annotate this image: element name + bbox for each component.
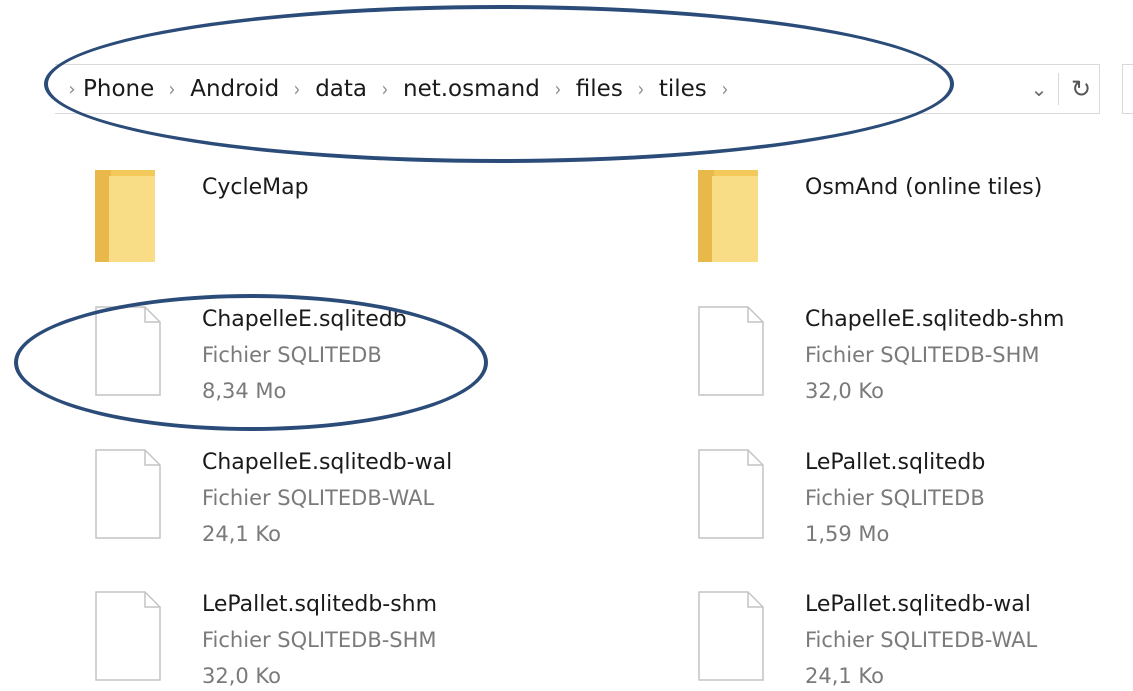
- item-name: LePallet.sqlitedb-shm: [202, 592, 438, 617]
- item-name: ChapelleE.sqlitedb-shm: [805, 307, 1065, 332]
- item-size: 32,0 Ko: [805, 379, 885, 403]
- file-icon: [95, 449, 161, 539]
- list-item-folder-osmand-online-tiles[interactable]: OsmAnd (online tiles): [698, 170, 1128, 265]
- item-size: 8,34 Mo: [202, 379, 287, 403]
- item-name: OsmAnd (online tiles): [805, 175, 1043, 200]
- list-item-file-lepallet-sqlitedb[interactable]: LePallet.sqlitedb Fichier SQLITEDB 1,59 …: [698, 445, 1128, 555]
- item-name: ChapelleE.sqlitedb-wal: [202, 450, 453, 475]
- file-icon: [95, 591, 161, 681]
- item-type: Fichier SQLITEDB-WAL: [202, 486, 435, 510]
- item-text: LePallet.sqlitedb-shm Fichier SQLITEDB-S…: [202, 587, 437, 691]
- item-text: CycleMap: [202, 170, 309, 205]
- file-list: CycleMap OsmAnd (online tiles) ChapelleE…: [0, 0, 1133, 691]
- file-icon: [698, 449, 764, 539]
- item-name: LePallet.sqlitedb: [805, 450, 986, 475]
- item-size: 24,1 Ko: [202, 522, 282, 546]
- item-type: Fichier SQLITEDB-SHM: [805, 343, 1040, 367]
- item-size: 32,0 Ko: [202, 664, 282, 688]
- item-text: ChapelleE.sqlitedb-shm Fichier SQLITEDB-…: [805, 302, 1064, 409]
- file-icon: [95, 306, 161, 396]
- list-item-file-lepallet-sqlitedb-wal[interactable]: LePallet.sqlitedb-wal Fichier SQLITEDB-W…: [698, 587, 1128, 691]
- item-name: LePallet.sqlitedb-wal: [805, 592, 1031, 617]
- item-text: OsmAnd (online tiles): [805, 170, 1042, 205]
- item-name: CycleMap: [202, 175, 309, 200]
- item-type: Fichier SQLITEDB-SHM: [202, 628, 437, 652]
- item-type: Fichier SQLITEDB: [202, 343, 382, 367]
- item-text: ChapelleE.sqlitedb-wal Fichier SQLITEDB-…: [202, 445, 452, 552]
- list-item-file-chapellee-sqlitedb-shm[interactable]: ChapelleE.sqlitedb-shm Fichier SQLITEDB-…: [698, 302, 1128, 412]
- item-type: Fichier SQLITEDB-WAL: [805, 628, 1038, 652]
- item-text: LePallet.sqlitedb Fichier SQLITEDB 1,59 …: [805, 445, 985, 552]
- folder-icon: [95, 170, 155, 262]
- list-item-folder-cyclemap[interactable]: CycleMap: [95, 170, 525, 265]
- file-icon: [698, 306, 764, 396]
- file-icon: [698, 591, 764, 681]
- list-item-file-chapellee-sqlitedb[interactable]: ChapelleE.sqlitedb Fichier SQLITEDB 8,34…: [95, 302, 525, 412]
- item-size: 24,1 Ko: [805, 664, 885, 688]
- item-name: ChapelleE.sqlitedb: [202, 307, 407, 332]
- item-size: 1,59 Mo: [805, 522, 890, 546]
- list-item-file-chapellee-sqlitedb-wal[interactable]: ChapelleE.sqlitedb-wal Fichier SQLITEDB-…: [95, 445, 525, 555]
- folder-icon: [698, 170, 758, 262]
- item-type: Fichier SQLITEDB: [805, 486, 985, 510]
- item-text: ChapelleE.sqlitedb Fichier SQLITEDB 8,34…: [202, 302, 407, 409]
- item-text: LePallet.sqlitedb-wal Fichier SQLITEDB-W…: [805, 587, 1037, 691]
- list-item-file-lepallet-sqlitedb-shm[interactable]: LePallet.sqlitedb-shm Fichier SQLITEDB-S…: [95, 587, 525, 691]
